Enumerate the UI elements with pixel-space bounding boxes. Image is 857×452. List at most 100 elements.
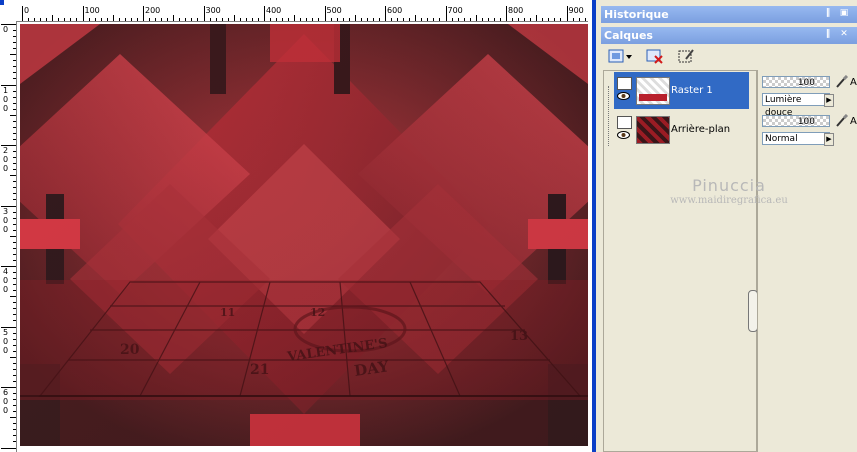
ruler-tick [13, 223, 16, 225]
ruler-tick [112, 15, 114, 21]
ruler-tick [391, 18, 393, 21]
ruler-tick [13, 290, 16, 292]
ruler-tick [560, 18, 562, 21]
ruler-label: 0 [3, 336, 9, 346]
ruler-tick [366, 18, 368, 21]
visibility-eye-icon[interactable] [617, 92, 630, 100]
ruler-tick [10, 296, 16, 298]
ruler-tick [13, 429, 16, 431]
ruler-tick [13, 120, 16, 122]
ruler-tick [10, 54, 16, 56]
layer-row-arriere-plan[interactable]: Arrière-plan [614, 111, 749, 148]
ruler-tick [136, 18, 138, 21]
ruler-tick [13, 441, 16, 443]
opacity-field[interactable]: 100 [762, 115, 830, 127]
ruler-tick [13, 90, 16, 92]
opacity-field[interactable]: 100 [762, 76, 830, 88]
blend-mode-select[interactable]: Normal [762, 132, 830, 145]
calques-palette-title[interactable]: Calques ‖ ✕ [601, 27, 857, 44]
watermark-name: Pinuccia [692, 176, 766, 195]
ruler-tick [354, 15, 356, 21]
ruler-tick [191, 18, 193, 21]
ruler-tick [530, 18, 532, 21]
ruler-tick [13, 151, 16, 153]
image-canvas[interactable]: 20 21 11 12 13 VALENTINE'S DAY [20, 24, 588, 446]
ruler-tick [52, 15, 54, 21]
ruler-tick [578, 18, 580, 21]
restore-icon[interactable]: ▣ [839, 8, 849, 18]
ruler-tick [13, 96, 16, 98]
ruler-tick [288, 18, 290, 21]
ruler-tick [524, 18, 526, 21]
dropdown-arrow-icon[interactable]: ▶ [824, 133, 834, 146]
ruler-tick [409, 18, 411, 21]
ruler-tick [88, 18, 90, 21]
ruler-tick [13, 368, 16, 370]
brush-icon[interactable] [835, 75, 849, 89]
ruler-tick [13, 211, 16, 213]
ruler-tick [13, 66, 16, 68]
ruler-tick [10, 235, 16, 237]
ruler-tick [13, 60, 16, 62]
ruler-tick [13, 380, 16, 382]
ruler-label: 1 [3, 85, 9, 95]
ruler-tick [499, 18, 501, 21]
calques-title: Calques [604, 29, 653, 42]
pin-icon[interactable]: ‖ [823, 8, 833, 18]
vertical-ruler[interactable]: 0100200300400500600 [0, 21, 17, 452]
ruler-tick [548, 18, 550, 21]
pin-icon[interactable]: ‖ [823, 29, 833, 39]
ruler-tick [13, 241, 16, 243]
ruler-tick [324, 6, 326, 21]
ruler-tick [463, 18, 465, 21]
ruler-tick [487, 18, 489, 21]
ruler-label: 2 [3, 146, 9, 155]
ruler-tick [13, 48, 16, 50]
close-icon[interactable]: ✕ [839, 29, 849, 39]
layer-type-icon [617, 116, 632, 129]
visibility-eye-icon[interactable] [617, 131, 630, 139]
ruler-tick [221, 18, 223, 21]
ruler-tick [10, 114, 16, 116]
layer-name: Raster 1 [671, 85, 713, 96]
ruler-label: 0 [3, 164, 9, 173]
ruler-tick [13, 138, 16, 140]
ruler-tick [215, 18, 217, 21]
layer-row-raster-1[interactable]: Raster 1 [614, 72, 749, 109]
brush-icon[interactable] [835, 114, 849, 128]
ruler-tick [13, 362, 16, 364]
ruler-tick [13, 108, 16, 110]
ruler-tick [415, 15, 417, 21]
historique-palette-title[interactable]: Historique ‖ ▣ [601, 6, 857, 23]
ruler-tick [13, 217, 16, 219]
ruler-tick [13, 314, 16, 316]
mask-selection-icon[interactable] [677, 47, 697, 65]
layer-type-icon [617, 77, 632, 90]
blend-mode-select[interactable]: Lumière douce [762, 93, 830, 118]
delete-layer-icon[interactable] [645, 47, 665, 65]
ruler-tick [13, 229, 16, 231]
ruler-tick [403, 18, 405, 21]
ruler-tick [427, 18, 429, 21]
ruler-label: 100 [84, 6, 100, 15]
ruler-tick [40, 18, 42, 21]
ruler-tick [542, 18, 544, 21]
property-letter: A [850, 116, 857, 127]
ruler-tick [372, 18, 374, 21]
ruler-tick [360, 18, 362, 21]
ruler-label: 900 [568, 6, 584, 15]
ruler-label: 5 [3, 327, 9, 337]
ruler-tick [584, 18, 586, 21]
ruler-tick [149, 18, 151, 21]
ruler-tick [100, 18, 102, 21]
ruler-tick [13, 338, 16, 340]
ruler-tick [378, 18, 380, 21]
ruler-tick [282, 18, 284, 21]
horizontal-ruler[interactable]: 0 100 200 300 400 500 600 700 800 900 [16, 5, 588, 22]
ruler-tick [312, 18, 314, 21]
new-layer-icon[interactable] [607, 47, 632, 65]
ruler-label: 800 [508, 6, 524, 15]
ruler-tick [13, 72, 16, 74]
ruler-label: 6 [3, 388, 9, 397]
dropdown-arrow-icon[interactable]: ▶ [824, 94, 834, 107]
